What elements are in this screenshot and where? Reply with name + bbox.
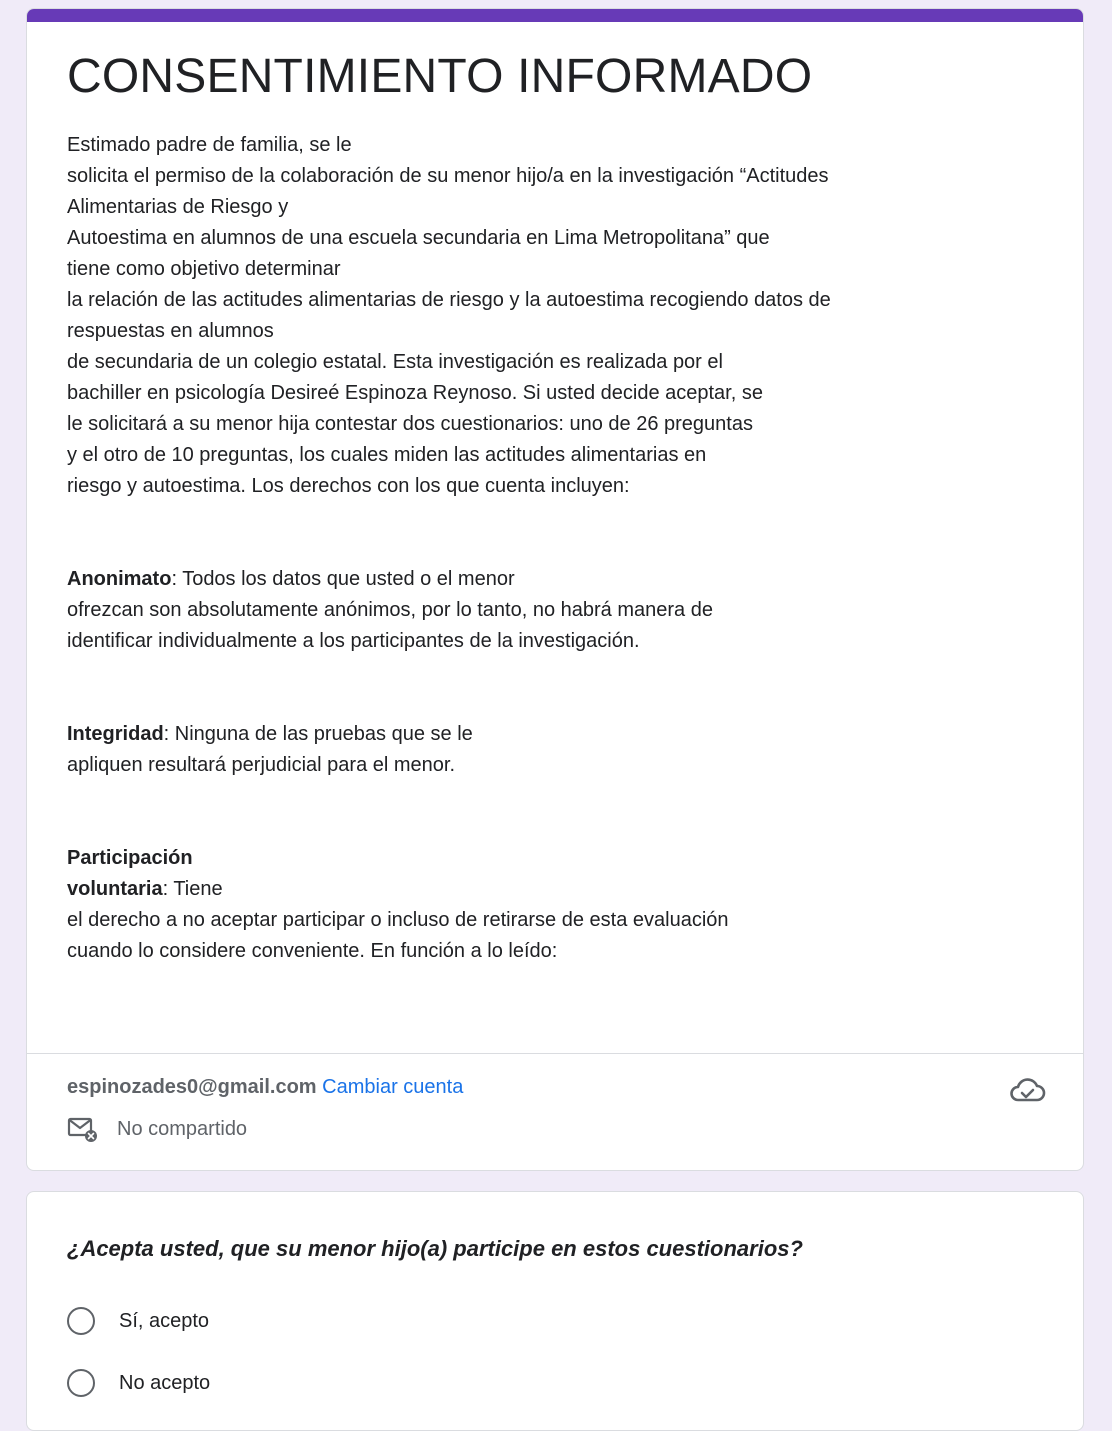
cloud-saved-icon	[1010, 1078, 1046, 1102]
participacion-line: el derecho a no aceptar participar o inc…	[67, 909, 729, 931]
question-title: ¿Acepta usted, que su menor hijo(a) part…	[67, 1236, 803, 1261]
description-line: Alimentarias de Riesgo y	[67, 196, 289, 218]
description-line: y el otro de 10 preguntas, los cuales mi…	[67, 444, 707, 466]
switch-account-link[interactable]: Cambiar cuenta	[322, 1076, 463, 1098]
option-label: No acepto	[119, 1371, 211, 1394]
radio-button[interactable]	[67, 1369, 95, 1397]
description-line: tiene como objetivo determinar	[67, 258, 341, 280]
shared-status-text: No compartido	[117, 1117, 248, 1140]
header-divider	[27, 1053, 1083, 1054]
mail-not-shared-icon	[67, 1117, 97, 1142]
participacion-line: cuando lo considere conveniente. En func…	[67, 940, 558, 962]
form-accent-bar	[27, 9, 1083, 22]
description-line: la relación de las actitudes alimentaria…	[67, 289, 831, 311]
option-no-acepto[interactable]: No acepto	[67, 1369, 210, 1397]
form-header-card: CONSENTIMIENTO INFORMADO Estimado padre …	[26, 8, 1084, 1171]
participacion-text: : Tiene	[162, 878, 223, 900]
description-line: le solicitará a su menor hija contestar …	[67, 413, 753, 435]
description-line: solicita el permiso de la colaboración d…	[67, 165, 829, 187]
participacion-term-line: Participación	[67, 843, 1057, 874]
anonimato-line: identificar individualmente a los partic…	[67, 630, 640, 652]
voluntaria-term: voluntaria	[67, 878, 163, 900]
description-line: Estimado padre de familia, se le	[67, 134, 352, 156]
integridad-term: Integridad	[67, 723, 164, 745]
form-title: CONSENTIMIENTO INFORMADO	[67, 50, 813, 103]
description-line: Autoestima en alumnos de una escuela sec…	[67, 227, 770, 249]
question-card: ¿Acepta usted, que su menor hijo(a) part…	[26, 1191, 1084, 1431]
form-description: Estimado padre de familia, se le solicit…	[67, 130, 1057, 967]
shared-status-row: No compartido	[67, 1115, 247, 1143]
description-line: de secundaria de un colegio estatal. Est…	[67, 351, 723, 373]
description-line: bachiller en psicología Desireé Espinoza…	[67, 382, 763, 404]
anonimato-line: ofrezcan son absolutamente anónimos, por…	[67, 599, 713, 621]
description-line: riesgo y autoestima. Los derechos con lo…	[67, 475, 630, 497]
radio-button[interactable]	[67, 1307, 95, 1335]
option-si-acepto[interactable]: Sí, acepto	[67, 1307, 209, 1335]
option-label: Sí, acepto	[119, 1309, 210, 1332]
integridad-text: : Ninguna de las pruebas que se le	[163, 723, 473, 745]
integridad-line: apliquen resultará perjudicial para el m…	[67, 754, 456, 776]
participacion-paragraph: voluntaria: Tiene	[67, 874, 1057, 905]
integridad-paragraph: Integridad: Ninguna de las pruebas que s…	[67, 719, 1057, 750]
account-row: espinozades0@gmail.com Cambiar cuenta	[67, 1073, 463, 1101]
account-email: espinozades0@gmail.com	[67, 1076, 317, 1098]
description-line: respuestas en alumnos	[67, 320, 274, 342]
participacion-term: Participación	[67, 847, 193, 869]
anonimato-term: Anonimato	[67, 568, 172, 590]
anonimato-text: : Todos los datos que usted o el menor	[171, 568, 515, 590]
anonimato-paragraph: Anonimato: Todos los datos que usted o e…	[67, 564, 1057, 595]
